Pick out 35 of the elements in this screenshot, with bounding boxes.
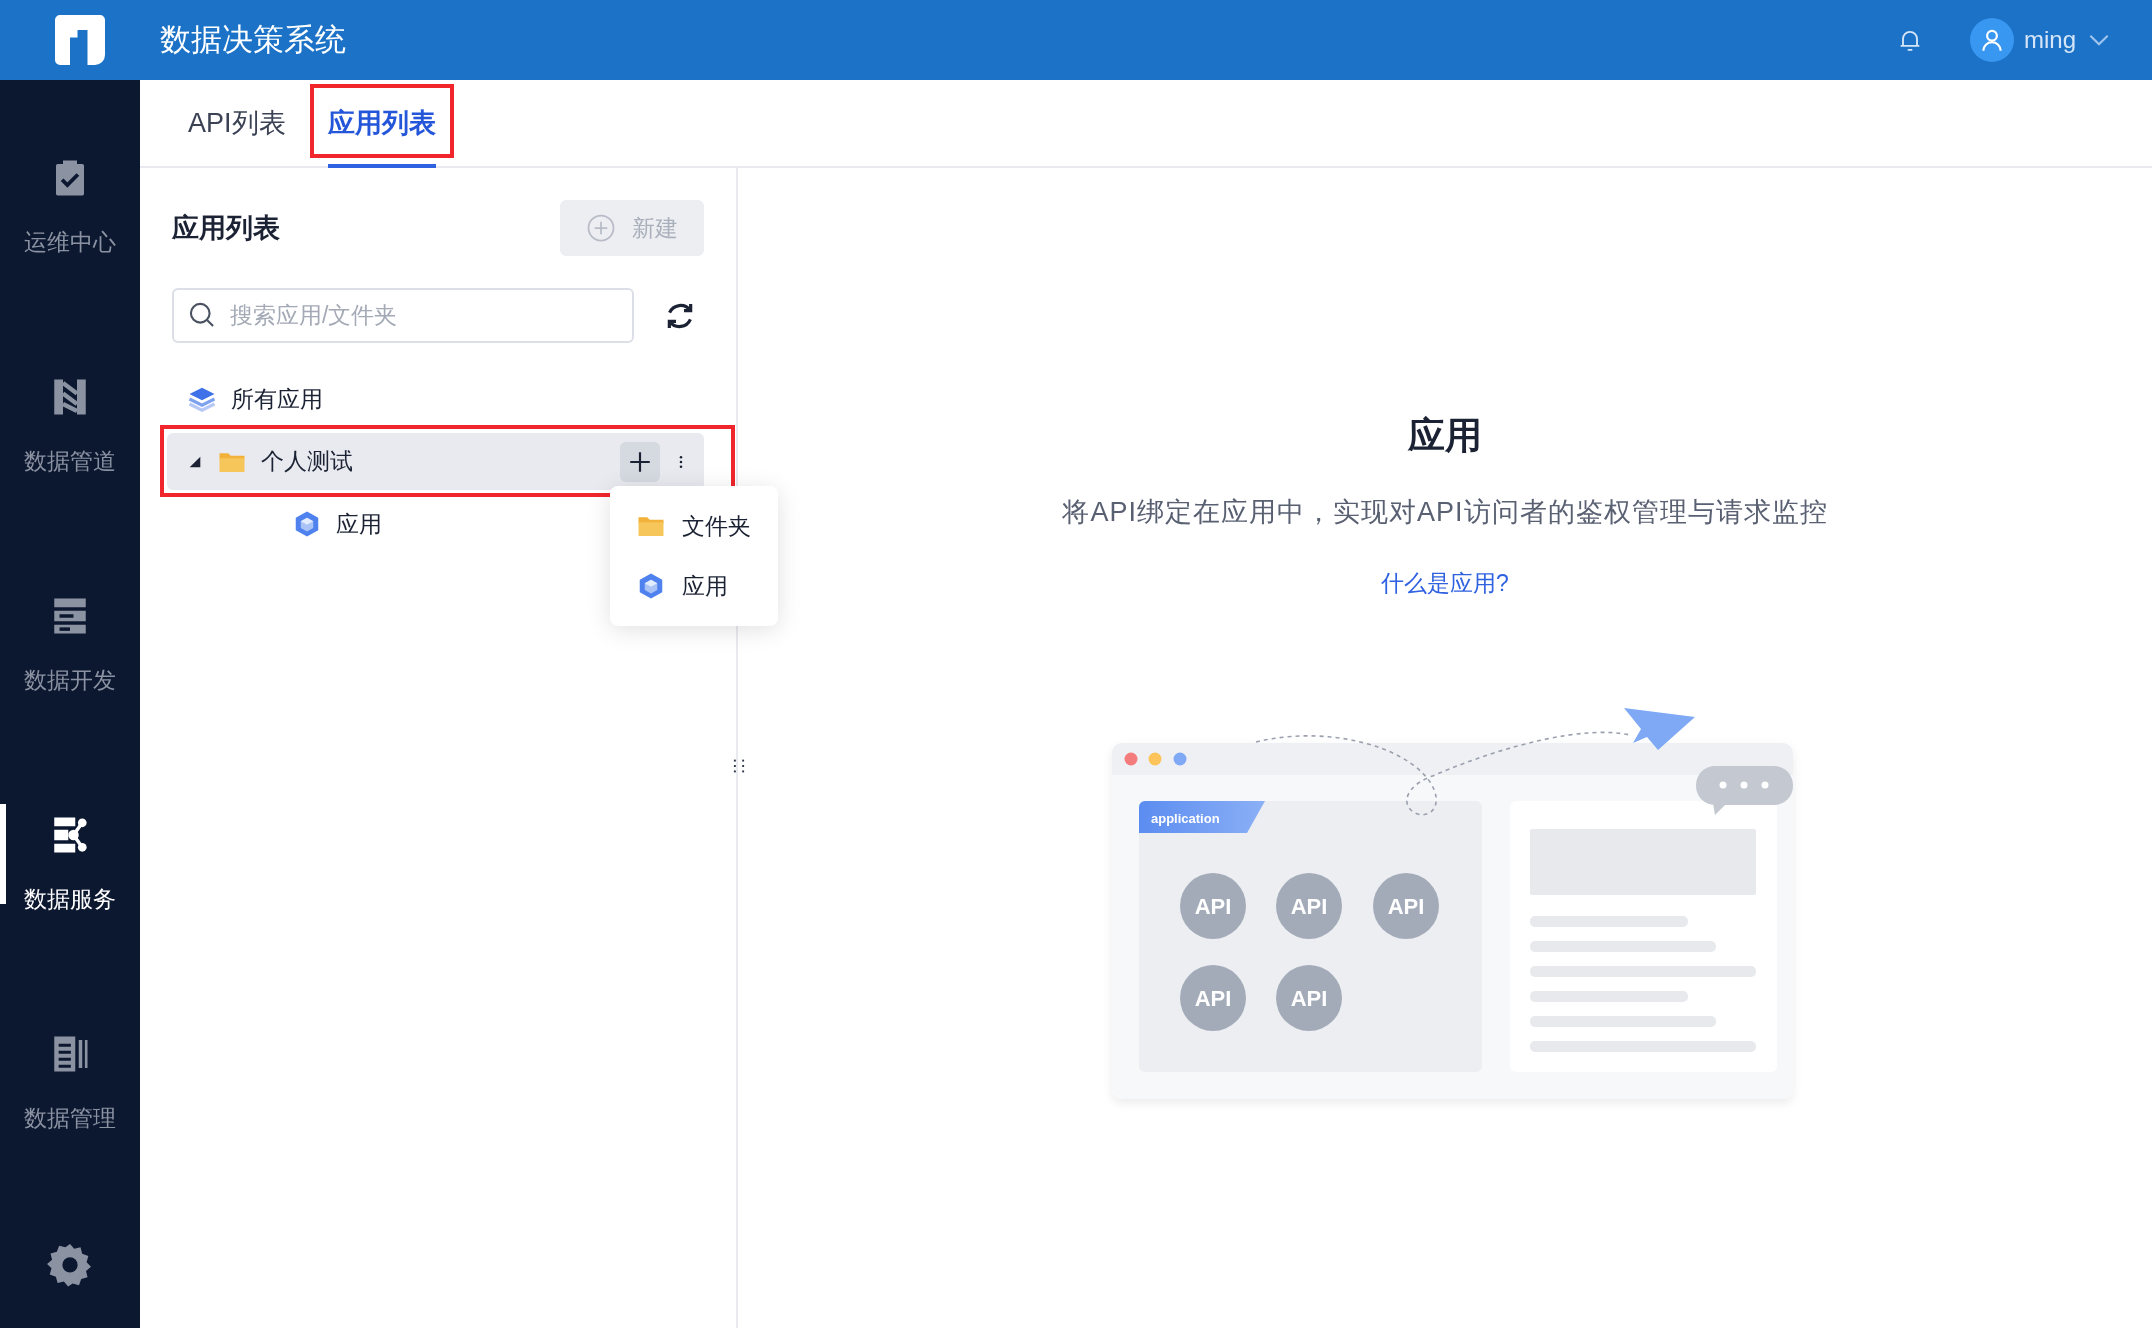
plus-circle-icon (586, 213, 616, 243)
nav-item[interactable]: 数据管理 (0, 1023, 140, 1243)
empty-state-description: 将API绑定在应用中，实现对API访问者的鉴权管理与请求监控 (1062, 496, 1828, 529)
api-bubble: API (1180, 965, 1246, 1031)
search-icon (188, 301, 216, 329)
user-name[interactable]: ming (2023, 26, 2076, 54)
empty-state-title: 应用 (1408, 414, 1482, 458)
api-bubble: API (1276, 873, 1342, 939)
tab[interactable]: API列表 (170, 80, 304, 166)
nav-item[interactable]: 数据管道 (0, 366, 140, 586)
tree-item[interactable]: 个人测试 (167, 433, 704, 490)
app-title: 数据决策系统 (160, 21, 346, 59)
paper-plane-icon (1624, 708, 1695, 750)
nav-label: 数据管道 (24, 447, 116, 477)
panel-title: 应用列表 (172, 212, 281, 245)
api-bubble: API (1276, 965, 1342, 1031)
api-bubble: API (1373, 873, 1439, 939)
search-field[interactable]: 搜索应用/文件夹 (172, 288, 634, 343)
api-bubble: API (1180, 873, 1246, 939)
menu-item[interactable]: 应用 (610, 556, 778, 616)
nav-item[interactable]: 运维中心 (0, 147, 140, 367)
help-link[interactable]: 什么是应用? (1381, 568, 1509, 599)
tab[interactable]: 应用列表 (309, 80, 454, 166)
nav-label: 数据开发 (24, 666, 116, 696)
nav-item[interactable]: 数据服务 (0, 804, 140, 1024)
application-tag: application (1139, 801, 1265, 833)
nav-label: 数据管理 (24, 1104, 116, 1134)
settings-icon[interactable] (47, 1242, 93, 1289)
menu-item[interactable]: 文件夹 (610, 496, 778, 556)
user-avatar[interactable] (1969, 18, 2014, 62)
nav-label: 数据服务 (24, 885, 116, 915)
nav-item[interactable]: 数据开发 (0, 585, 140, 805)
add-button[interactable] (620, 441, 660, 482)
nav-label: 运维中心 (24, 228, 116, 257)
tree-item[interactable]: 所有应用 (167, 373, 704, 425)
